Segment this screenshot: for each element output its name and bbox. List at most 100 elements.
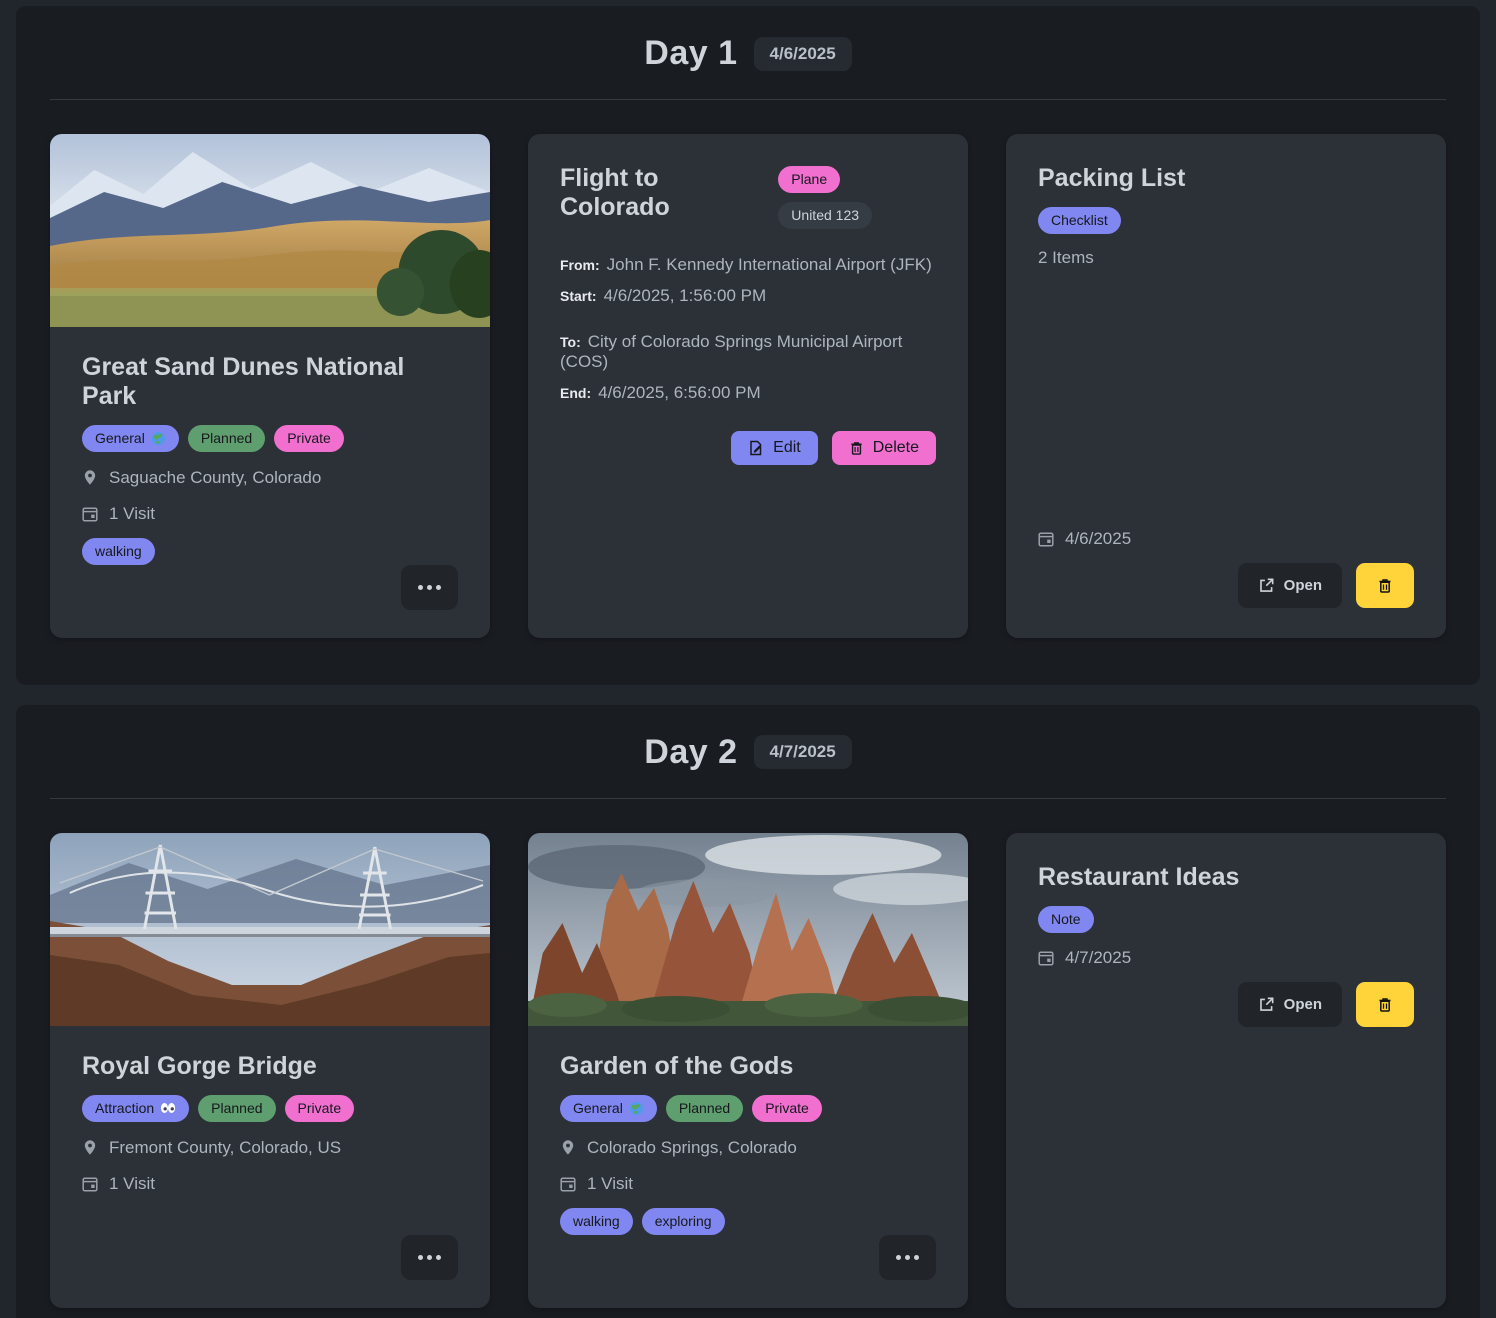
to-label: To: (560, 334, 581, 350)
day-1-cards: Great Sand Dunes National Park General P… (16, 134, 1480, 638)
globe-icon (629, 1101, 644, 1116)
checklist-title: Packing List (1038, 164, 1414, 193)
day-2-date-badge: 4/7/2025 (754, 735, 852, 769)
delete-note-button[interactable] (1356, 982, 1414, 1027)
tag-planned: Planned (188, 425, 265, 452)
from-label: From: (560, 257, 600, 273)
garden-of-the-gods-photo (528, 833, 968, 1026)
location-pin-icon (82, 469, 98, 486)
place-location: Saguache County, Colorado (109, 468, 321, 488)
open-label: Open (1284, 577, 1322, 594)
checklist-item-count: 2 Items (1038, 248, 1414, 268)
flight-number-badge: United 123 (778, 202, 872, 229)
place-visits: 1 Visit (587, 1174, 633, 1194)
flight-badges: Plane United 123 (778, 166, 936, 229)
edit-button[interactable]: Edit (731, 431, 818, 465)
edit-icon (748, 440, 764, 456)
note-date: 4/7/2025 (1065, 948, 1131, 968)
day-2-section: Day 2 4/7/2025 (16, 705, 1480, 1318)
to-value: City of Colorado Springs Municipal Airpo… (560, 332, 902, 371)
place-visits-row: 1 Visit (82, 504, 458, 524)
place-location: Colorado Springs, Colorado (587, 1138, 797, 1158)
checklist-date: 4/6/2025 (1065, 529, 1131, 549)
activity-exploring: exploring (642, 1208, 725, 1235)
eyes-icon (160, 1102, 176, 1114)
card-menu-button[interactable] (879, 1235, 936, 1280)
flight-card: Flight to Colorado Plane United 123 From… (528, 134, 968, 638)
location-pin-icon (82, 1139, 98, 1156)
delete-checklist-button[interactable] (1356, 563, 1414, 608)
globe-icon (151, 431, 166, 446)
day-1-divider (50, 99, 1446, 100)
tag-private: Private (285, 1095, 355, 1122)
from-value: John F. Kennedy International Airport (J… (607, 255, 932, 274)
flight-title: Flight to Colorado (560, 164, 766, 222)
place-tags: Attraction Planned Private (82, 1095, 458, 1122)
ellipsis-icon (418, 1255, 423, 1260)
ellipsis-icon (896, 1255, 901, 1260)
place-tags: General Planned Private (82, 425, 458, 452)
tag-private: Private (752, 1095, 822, 1122)
activity-walking: walking (560, 1208, 633, 1235)
place-title: Garden of the Gods (560, 1052, 936, 1081)
note-date-row: 4/7/2025 (1038, 948, 1414, 968)
day-1-section: Day 1 4/6/2025 (16, 6, 1480, 685)
delete-button[interactable]: Delete (832, 431, 936, 465)
checklist-badge: Checklist (1038, 207, 1121, 234)
place-title: Great Sand Dunes National Park (82, 353, 458, 411)
activity-walking: walking (82, 538, 155, 565)
place-card-royal-gorge[interactable]: Royal Gorge Bridge Attraction Planned Pr… (50, 833, 490, 1308)
external-link-icon (1258, 577, 1275, 594)
card-menu-button[interactable] (401, 565, 458, 610)
day-2-header: Day 2 4/7/2025 (16, 733, 1480, 772)
activity-tags: walking (82, 538, 458, 565)
activity-tags: walking exploring (560, 1208, 936, 1235)
card-menu-button[interactable] (401, 1235, 458, 1280)
place-visits-row: 1 Visit (82, 1174, 458, 1194)
day-2-cards: Royal Gorge Bridge Attraction Planned Pr… (16, 833, 1480, 1308)
place-card-garden-of-the-gods[interactable]: Garden of the Gods General Planned Priva… (528, 833, 968, 1308)
open-label: Open (1284, 996, 1322, 1013)
great-sand-dunes-photo (50, 134, 490, 327)
end-value: 4/6/2025, 6:56:00 PM (598, 383, 761, 402)
royal-gorge-photo (50, 833, 490, 1026)
day-1-title: Day 1 (644, 34, 737, 73)
end-label: End: (560, 385, 591, 401)
tag-general: General (560, 1095, 657, 1122)
itinerary-page: Day 1 4/6/2025 (0, 0, 1496, 1318)
day-2-title: Day 2 (644, 733, 737, 772)
tag-label: General (95, 429, 145, 448)
open-checklist-button[interactable]: Open (1238, 563, 1342, 608)
tag-label: General (573, 1099, 623, 1118)
place-visits: 1 Visit (109, 504, 155, 524)
calendar-icon (82, 506, 98, 522)
place-tags: General Planned Private (560, 1095, 936, 1122)
checklist-date-row: 4/6/2025 (1038, 529, 1414, 549)
checklist-card: Packing List Checklist 2 Items 4/6/2025 … (1006, 134, 1446, 638)
ellipsis-icon (418, 585, 423, 590)
calendar-icon (1038, 531, 1054, 547)
place-location-row: Colorado Springs, Colorado (560, 1138, 936, 1158)
place-location-row: Fremont County, Colorado, US (82, 1138, 458, 1158)
calendar-icon (560, 1176, 576, 1192)
open-note-button[interactable]: Open (1238, 982, 1342, 1027)
trash-icon (1377, 996, 1393, 1013)
tag-planned: Planned (198, 1095, 275, 1122)
edit-label: Edit (773, 439, 801, 457)
trash-icon (1377, 577, 1393, 594)
tag-planned: Planned (666, 1095, 743, 1122)
calendar-icon (82, 1176, 98, 1192)
note-card: Restaurant Ideas Note 4/7/2025 Open (1006, 833, 1446, 1308)
location-pin-icon (560, 1139, 576, 1156)
calendar-icon (1038, 950, 1054, 966)
place-visits-row: 1 Visit (560, 1174, 936, 1194)
flight-type-badge: Plane (778, 166, 840, 193)
tag-private: Private (274, 425, 344, 452)
trash-icon (849, 440, 864, 456)
place-card-great-sand-dunes[interactable]: Great Sand Dunes National Park General P… (50, 134, 490, 638)
tag-label: Attraction (95, 1099, 154, 1118)
start-label: Start: (560, 288, 597, 304)
flight-departure-block: From: John F. Kennedy International Airpo… (560, 255, 936, 306)
place-visits: 1 Visit (109, 1174, 155, 1194)
day-1-header: Day 1 4/6/2025 (16, 34, 1480, 73)
